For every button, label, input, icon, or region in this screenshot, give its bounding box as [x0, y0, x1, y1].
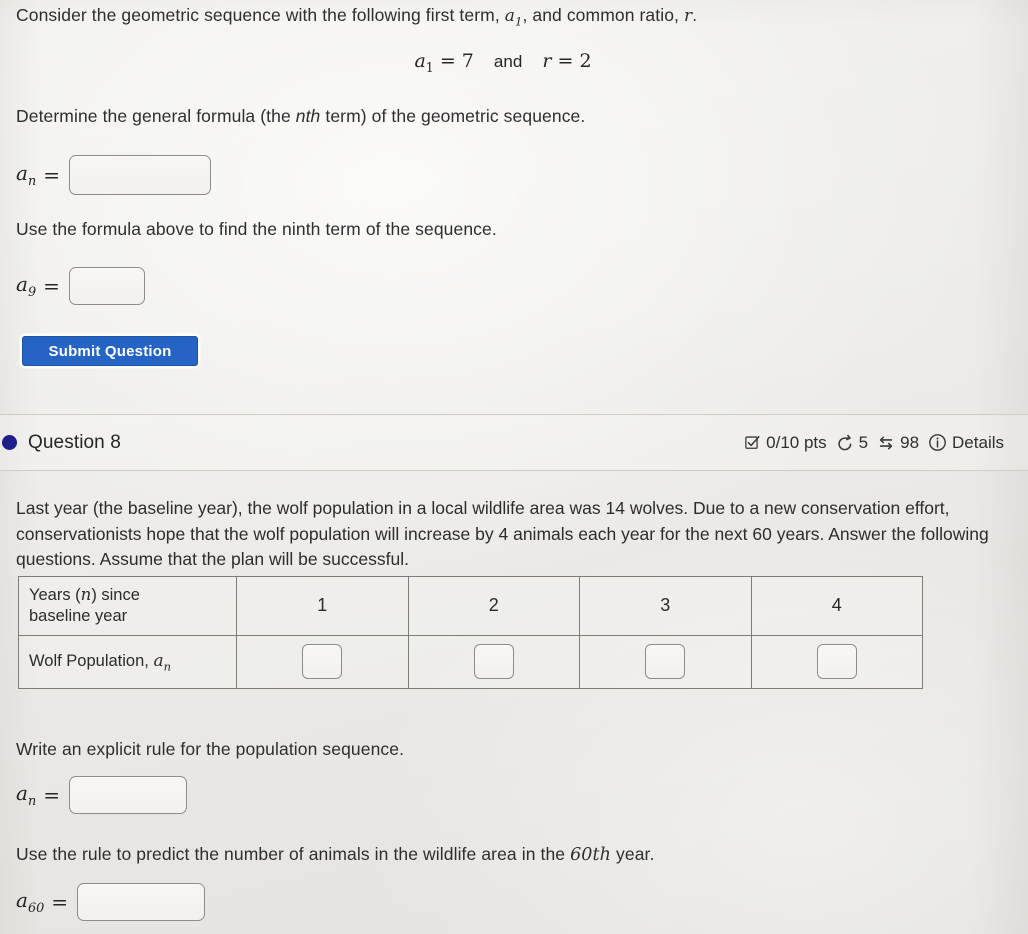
- q8-an-label: an: [16, 781, 36, 809]
- q8-a60-equals-sign: =: [51, 890, 68, 914]
- population-cell-3: [579, 634, 752, 689]
- q7-a9-label: a9: [16, 272, 36, 300]
- checkbox-check-icon: [744, 434, 761, 451]
- q8-an-equals-sign: =: [43, 783, 60, 807]
- population-input-year-4[interactable]: [816, 644, 857, 680]
- q7-an-equals-sign: =: [43, 163, 60, 187]
- determine-text-part-1: Determine the general formula (the: [16, 106, 296, 126]
- points-value: 0/10 pts: [766, 432, 827, 452]
- given-a-subscript: 1: [425, 59, 434, 75]
- population-a-subscript: n: [163, 659, 172, 674]
- table-row-years: Years (n) since baseline year 1 2 3 4: [18, 576, 923, 636]
- years-label-line-1: Years (n) since: [29, 585, 140, 604]
- q7-a9-letter: a: [16, 272, 28, 296]
- determine-text-part-2: term) of the geometric sequence.: [320, 106, 586, 126]
- q8-a60-answer-row: a60 =: [16, 883, 205, 921]
- year-header-2: 2: [407, 576, 580, 636]
- q8-a60-letter: a: [16, 888, 28, 912]
- intro-a1-variable: a1: [504, 6, 523, 28]
- question-8-title-group: Question 8: [2, 432, 121, 454]
- predict-prompt: Use the rule to predict the number of an…: [16, 842, 1001, 868]
- q7-a9-input[interactable]: [68, 267, 145, 305]
- views-value: 98: [900, 432, 920, 452]
- population-cell-1: [236, 634, 409, 689]
- q7-an-subscript: n: [27, 174, 37, 189]
- intro-text-part-1: Consider the geometric sequence with the…: [16, 5, 505, 25]
- intro-text-part-2: , and common ratio,: [522, 5, 684, 25]
- population-a-letter: a: [153, 650, 164, 671]
- year-header-3: 3: [579, 576, 752, 636]
- points-badge: 0/10 pts: [744, 433, 827, 453]
- given-values-equation: a1 = 7 and r = 2: [0, 50, 1006, 75]
- q7-a9-answer-row: a9 =: [16, 267, 145, 305]
- given-a-letter: a: [414, 50, 426, 72]
- q8-an-letter: a: [16, 781, 28, 805]
- table-row-population: Wolf Population, an: [18, 634, 923, 689]
- population-input-year-3[interactable]: [645, 644, 686, 680]
- q8-a60-subscript: 60: [27, 901, 45, 916]
- question-8-title: Question 8: [28, 431, 121, 453]
- question-status-dot-icon: [2, 435, 17, 450]
- q8-an-subscript: n: [27, 794, 37, 809]
- year-header-4: 4: [750, 576, 923, 636]
- submit-question-button[interactable]: Submit Question: [22, 336, 198, 366]
- question-7-intro-text: Consider the geometric sequence with the…: [16, 3, 1006, 30]
- predict-text-part-1: Use the rule to predict the number of an…: [16, 844, 571, 864]
- swap-arrows-icon: [877, 434, 895, 452]
- population-input-year-2[interactable]: [473, 644, 514, 680]
- q8-a60-label: a60: [16, 888, 44, 916]
- given-r-letter: r: [542, 50, 552, 72]
- q8-an-answer-row: an =: [16, 776, 187, 814]
- explicit-rule-prompt: Write an explicit rule for the populatio…: [16, 739, 405, 759]
- population-an-variable: an: [153, 650, 172, 674]
- details-link[interactable]: Details: [928, 433, 1004, 453]
- q8-an-input[interactable]: [68, 776, 187, 814]
- q7-an-answer-row: an =: [16, 155, 211, 195]
- population-cell-4: [750, 634, 923, 689]
- given-a1-equation: = 7: [439, 50, 474, 72]
- use-formula-text: Use the formula above to find the ninth …: [16, 219, 497, 239]
- question-8-header-bar: Question 8 0/10 pts 5 98 Details: [0, 414, 1028, 471]
- wolf-population-table: Years (n) since baseline year 1 2 3 4 Wo…: [18, 576, 923, 689]
- predict-ordinal: 60th: [570, 845, 612, 865]
- given-r-equation: = 2: [557, 50, 592, 72]
- q8-a60-input[interactable]: [77, 883, 205, 921]
- q7-an-input[interactable]: [68, 155, 211, 195]
- question-8-meta-badges: 0/10 pts 5 98 Details: [744, 433, 1004, 453]
- population-row-label: Wolf Population, an: [18, 634, 237, 689]
- q7-an-label: an: [16, 161, 36, 189]
- years-n-variable: n: [80, 585, 92, 604]
- given-and-word: and: [493, 52, 523, 71]
- attempts-badge: 5: [836, 433, 868, 453]
- intro-r-variable: r: [683, 6, 693, 26]
- years-row-label: Years (n) since baseline year: [18, 576, 237, 636]
- intro-a-letter: a: [504, 6, 515, 26]
- year-header-1: 1: [236, 576, 409, 636]
- determine-nth-italic: nth: [295, 106, 321, 126]
- predict-text-part-2: year.: [611, 844, 655, 864]
- population-input-year-1[interactable]: [302, 644, 343, 680]
- views-badge: 98: [877, 433, 919, 453]
- q7-an-letter: a: [16, 161, 28, 185]
- population-cell-2: [407, 634, 580, 689]
- homework-page: Consider the geometric sequence with the…: [0, 0, 1028, 934]
- question-8-paragraph: Last year (the baseline year), the wolf …: [16, 498, 989, 570]
- q7-a9-equals-sign: =: [43, 274, 60, 298]
- info-circle-icon: [928, 433, 947, 452]
- undo-arrow-icon: [836, 434, 854, 452]
- intro-text-part-3: .: [692, 5, 698, 25]
- population-label-text: Wolf Population,: [29, 651, 154, 670]
- details-label: Details: [952, 432, 1004, 452]
- q7-a9-subscript: 9: [27, 285, 37, 300]
- years-label-line-2: baseline year: [29, 607, 128, 626]
- determine-formula-text: Determine the general formula (the nth t…: [16, 104, 996, 129]
- attempts-value: 5: [858, 432, 869, 452]
